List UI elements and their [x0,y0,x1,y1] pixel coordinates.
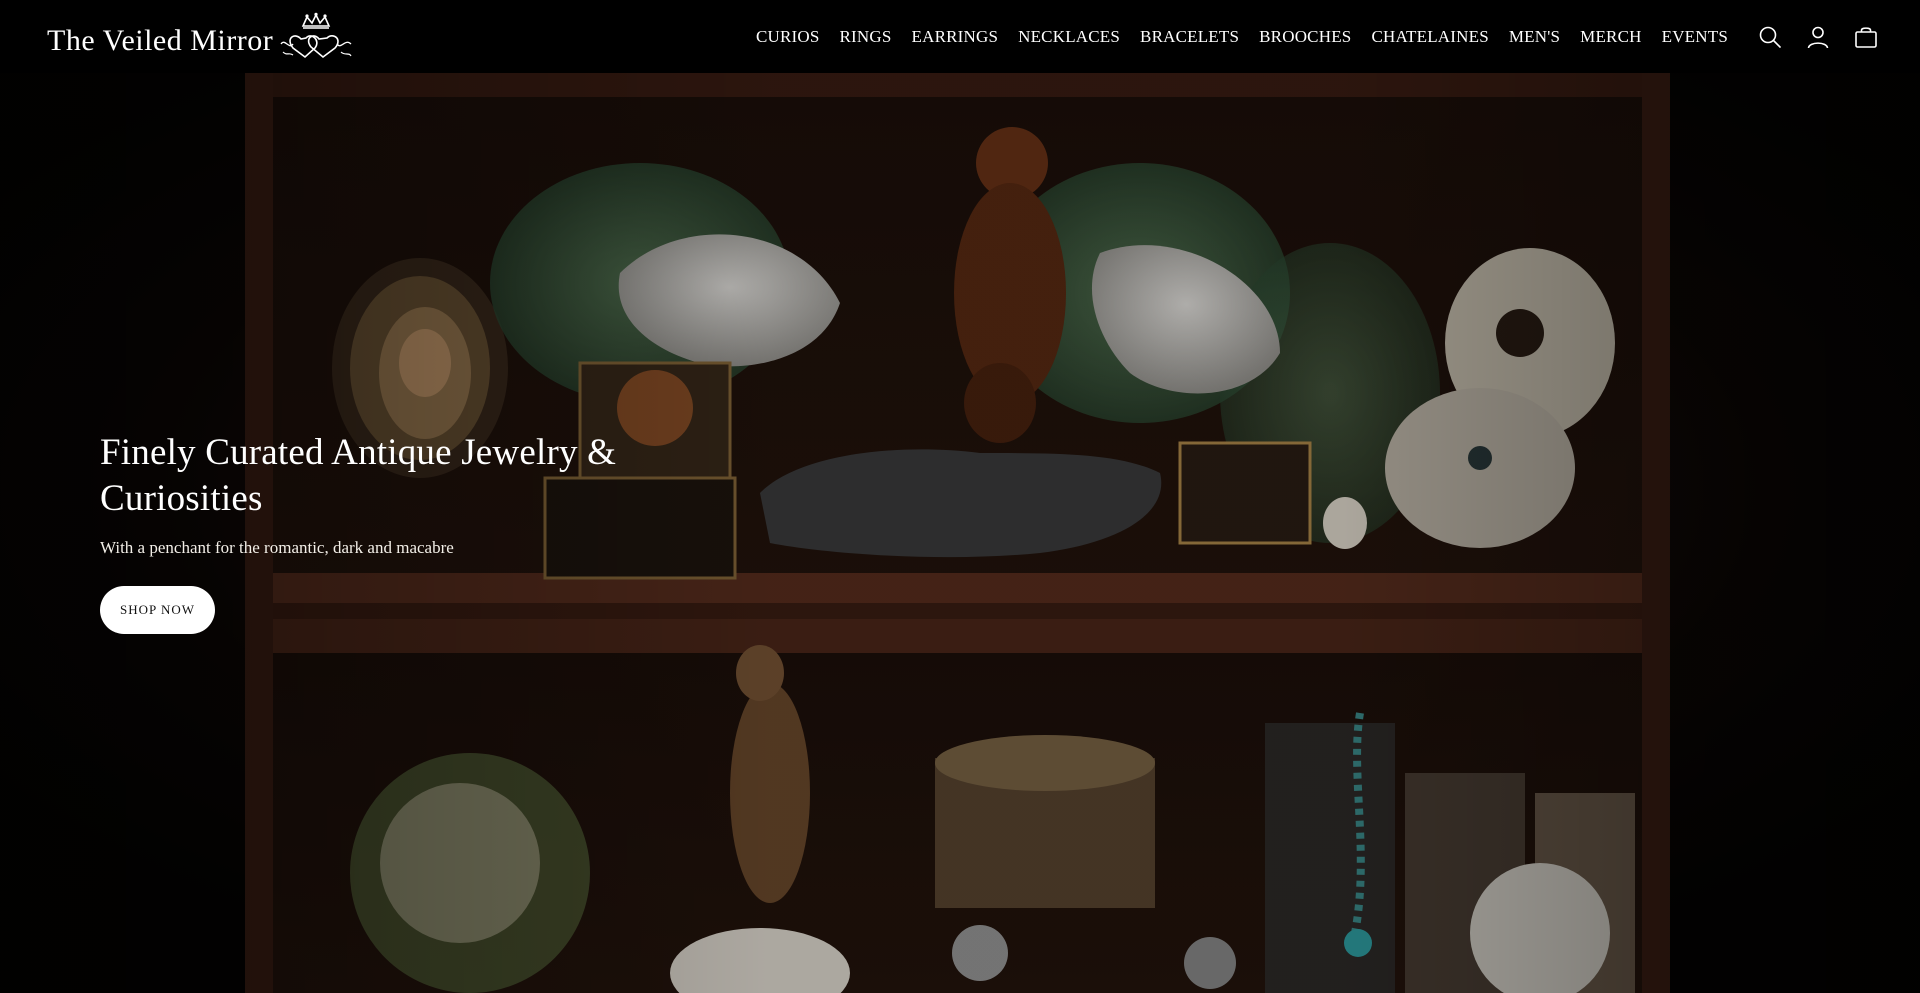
hero-banner: Finely Curated Antique Jewelry & Curiosi… [0,73,1920,993]
nav-necklaces[interactable]: NECKLACES [1008,0,1130,73]
shop-now-button[interactable]: SHOP NOW [100,586,216,634]
search-icon[interactable] [1756,23,1784,51]
nav-earrings[interactable]: EARRINGS [902,0,1009,73]
site-header: The Veiled Mirror CURIOS RINGS EARRINGS … [0,0,1920,73]
site-logo[interactable]: The Veiled Mirror [47,12,353,62]
bag-icon[interactable] [1852,23,1880,51]
nav-brooches[interactable]: BROOCHES [1249,0,1361,73]
nav-events[interactable]: EVENTS [1652,0,1738,73]
crowned-hearts-emblem-icon [280,12,352,59]
nav-mens[interactable]: MEN'S [1499,0,1570,73]
main-nav: CURIOS RINGS EARRINGS NECKLACES BRACELET… [746,0,1738,73]
nav-curios[interactable]: CURIOS [746,0,830,73]
logo-text: The Veiled Mirror [47,24,274,57]
nav-bracelets[interactable]: BRACELETS [1130,0,1249,73]
nav-chatelaines[interactable]: CHATELAINES [1361,0,1498,73]
hero-subtitle: With a penchant for the romantic, dark a… [100,538,454,557]
nav-rings[interactable]: RINGS [830,0,902,73]
hero-title: Finely Curated Antique Jewelry & Curiosi… [100,432,617,519]
header-actions [1756,0,1880,73]
hero-content: Finely Curated Antique Jewelry & Curiosi… [100,430,660,634]
nav-merch[interactable]: MERCH [1570,0,1651,73]
user-icon[interactable] [1804,23,1832,51]
